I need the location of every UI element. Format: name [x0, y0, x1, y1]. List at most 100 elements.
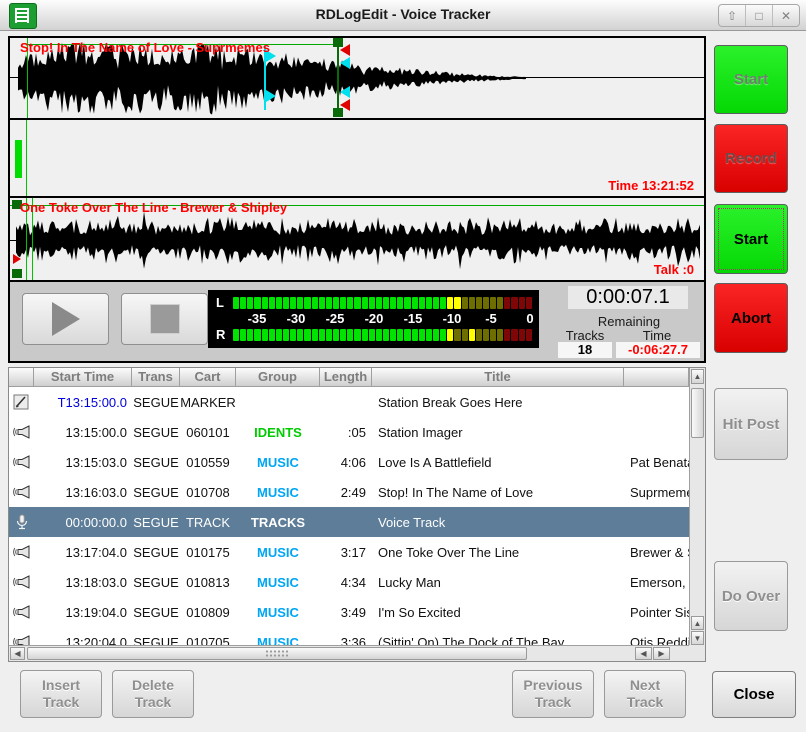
insert-track-button[interactable]: Insert Track — [20, 670, 102, 718]
scroll-down-icon[interactable]: ▼ — [691, 631, 704, 645]
end-marker-icon[interactable] — [340, 44, 350, 56]
waveform-voice-track[interactable]: Time 13:21:52 — [10, 120, 704, 196]
cue-marker-icon[interactable] — [266, 90, 276, 102]
horizontal-scroll-thumb[interactable] — [27, 647, 527, 660]
cell-start-time: 13:17:04.0 — [34, 545, 132, 560]
vu-segment — [454, 329, 460, 341]
cell-cart: 010708 — [180, 485, 236, 500]
cell-title: One Toke Over The Line — [372, 545, 624, 560]
cell-length: 4:06 — [320, 455, 372, 470]
next-track-button[interactable]: Next Track — [604, 670, 686, 718]
cell-cart: 010809 — [180, 605, 236, 620]
waveform-track-after[interactable]: One Toke Over The Line - Brewer & Shiple… — [10, 198, 704, 280]
cell-cart: 010559 — [180, 455, 236, 470]
log-row[interactable]: 13:15:00.0SEGUE060101IDENTS:05Station Im… — [9, 417, 689, 447]
cell-cart: 010175 — [180, 545, 236, 560]
window-controls: ⇧ □ ✕ — [718, 4, 800, 27]
voice-tracker-panel: Stop! In The Name of Love - Suprmemes Ti… — [8, 36, 706, 363]
scroll-up-icon[interactable]: ▲ — [691, 616, 704, 630]
vu-segment — [312, 329, 318, 341]
column-header-title[interactable]: Title — [372, 368, 624, 387]
vu-scale: -35-30-25-20-15-10-50 — [233, 311, 532, 326]
log-row[interactable]: T13:15:00.0SEGUEMARKERStation Break Goes… — [9, 387, 689, 417]
cell-title: Voice Track — [372, 515, 624, 530]
previous-track-button[interactable]: Previous Track — [512, 670, 594, 718]
vu-scale-label: -35 — [248, 311, 267, 326]
cell-trans: SEGUE — [132, 455, 180, 470]
maximize-icon[interactable]: □ — [745, 5, 772, 26]
record-level-bar — [15, 140, 22, 178]
vu-segment — [319, 297, 325, 309]
speaker-icon — [13, 544, 31, 560]
log-row[interactable]: 13:16:03.0SEGUE010708MUSIC2:49Stop! In T… — [9, 477, 689, 507]
log-table-body: T13:15:00.0SEGUEMARKERStation Break Goes… — [9, 387, 689, 647]
column-header-group[interactable]: Group — [236, 368, 320, 387]
column-header-cart[interactable]: Cart — [180, 368, 236, 387]
delete-track-button[interactable]: Delete Track — [112, 670, 194, 718]
shade-icon[interactable]: ⇧ — [719, 5, 745, 26]
scroll-left-icon[interactable]: ◀ — [10, 647, 25, 660]
scroll-up-icon[interactable]: ▲ — [691, 369, 704, 384]
vu-segment — [519, 297, 525, 309]
start-handle-bottom[interactable] — [12, 269, 22, 278]
play-button[interactable] — [22, 293, 109, 345]
hit-post-button[interactable]: Hit Post — [714, 388, 788, 460]
vu-segment — [326, 297, 332, 309]
stop-button[interactable] — [121, 293, 208, 345]
vu-segment — [283, 329, 289, 341]
column-header-trans[interactable]: Trans — [132, 368, 180, 387]
cell-start-time: 13:15:03.0 — [34, 455, 132, 470]
speaker-icon — [13, 574, 31, 590]
vu-segment — [376, 297, 382, 309]
abort-button[interactable]: Abort — [714, 283, 788, 353]
cell-start-time: T13:15:00.0 — [34, 395, 132, 410]
cell-length: 3:49 — [320, 605, 372, 620]
transport-bar: L -35-30-25-20-15-10-50 R 0:00:07.1 Rema… — [10, 282, 704, 361]
vu-segment — [397, 329, 403, 341]
vu-segment — [440, 329, 446, 341]
log-row[interactable]: 13:18:03.0SEGUE010813MUSIC4:34Lucky ManE… — [9, 567, 689, 597]
vu-segment — [433, 297, 439, 309]
cell-cart: TRACK — [180, 515, 236, 530]
close-button[interactable]: Close — [712, 671, 796, 718]
record-button[interactable]: Record — [714, 124, 788, 193]
row-icon-cell — [9, 574, 34, 590]
start-track1-button[interactable]: Start — [714, 45, 788, 114]
waveform-track-before[interactable]: Stop! In The Name of Love - Suprmemes — [10, 38, 704, 118]
column-header-length[interactable]: Length — [320, 368, 372, 387]
column-header-artist[interactable] — [624, 368, 689, 387]
log-row[interactable]: 13:19:04.0SEGUE010809MUSIC3:49I'm So Exc… — [9, 597, 689, 627]
log-row[interactable]: 00:00:00.0SEGUETRACKTRACKSVoice Track — [9, 507, 689, 537]
fade-marker-icon[interactable] — [340, 57, 350, 69]
start-track2-button[interactable]: Start — [714, 204, 788, 274]
vertical-scroll-thumb[interactable] — [691, 388, 704, 438]
tracks-label: Tracks — [554, 328, 616, 343]
start-marker-icon[interactable] — [13, 254, 21, 264]
scroll-right-icon[interactable]: ▶ — [653, 647, 670, 660]
cell-artist: Pointer Sist — [624, 605, 689, 620]
scroll-left-icon[interactable]: ◀ — [635, 647, 652, 660]
play-icon — [52, 302, 80, 336]
log-row[interactable]: 13:17:04.0SEGUE010175MUSIC3:17One Toke O… — [9, 537, 689, 567]
fade-marker-icon[interactable] — [340, 86, 350, 98]
row-icon-cell — [9, 394, 34, 410]
vu-segment — [297, 297, 303, 309]
close-icon[interactable]: ✕ — [772, 5, 799, 26]
log-row[interactable]: 13:15:03.0SEGUE010559MUSIC4:06Love Is A … — [9, 447, 689, 477]
vu-scale-label: -30 — [287, 311, 306, 326]
segue-end-marker[interactable] — [337, 42, 339, 114]
cell-group: MUSIC — [236, 545, 320, 560]
vu-segment — [369, 329, 375, 341]
cell-start-time: 13:16:03.0 — [34, 485, 132, 500]
vu-scale-label: -15 — [404, 311, 423, 326]
vu-segment — [247, 297, 253, 309]
vu-segment — [240, 329, 246, 341]
vu-segment — [262, 329, 268, 341]
horizontal-scrollbar[interactable]: ◀ ◀ ▶ — [9, 645, 689, 661]
vertical-scrollbar[interactable]: ▲ ▲ ▼ — [689, 368, 705, 646]
column-header-icon[interactable] — [9, 368, 34, 387]
column-header-start-time[interactable]: Start Time — [34, 368, 132, 387]
do-over-button[interactable]: Do Over — [714, 561, 788, 631]
log-row[interactable]: 13:20:04.0SEGUE010705MUSIC3:36(Sittin' O… — [9, 627, 689, 647]
end-marker-icon[interactable] — [340, 99, 350, 111]
